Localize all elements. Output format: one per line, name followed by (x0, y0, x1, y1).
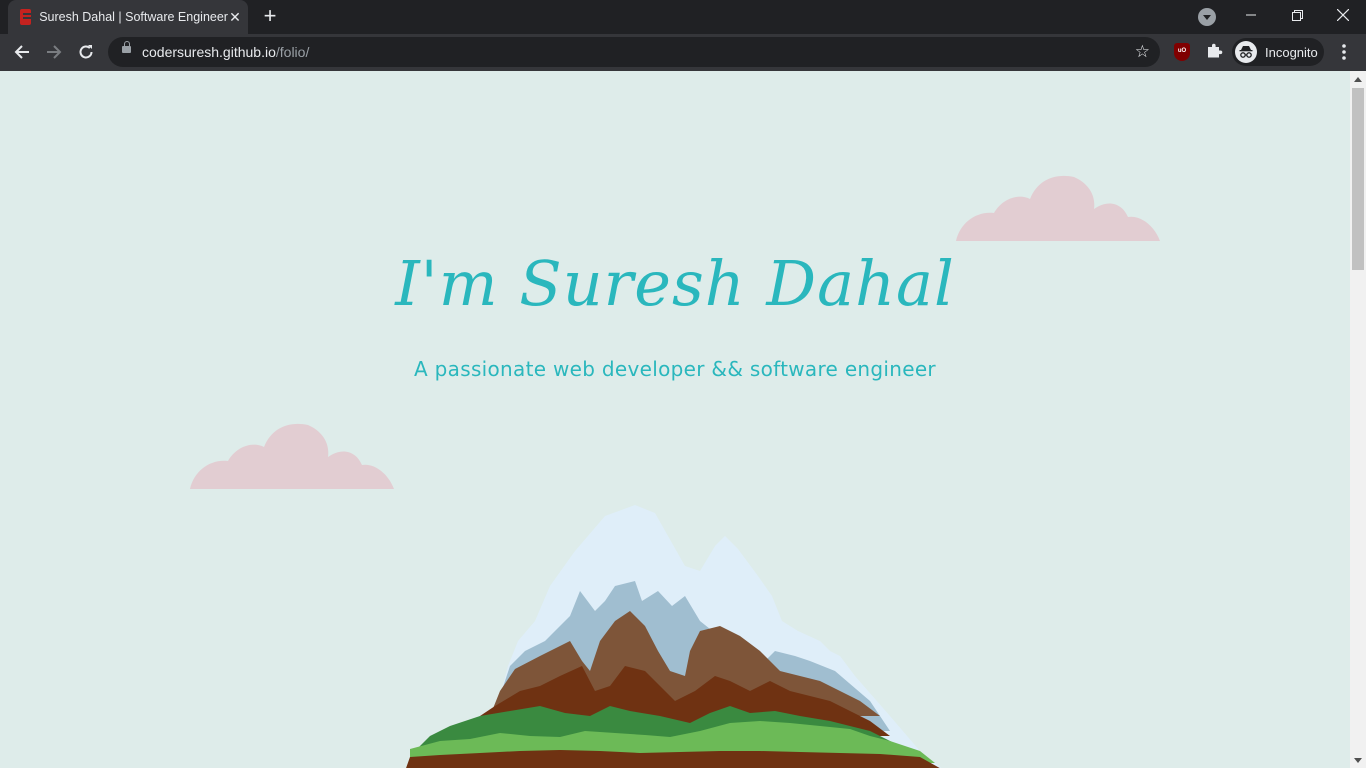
tab-close-icon[interactable]: ✕ (228, 9, 242, 26)
minimize-icon[interactable] (1228, 0, 1274, 30)
forward-icon[interactable] (40, 38, 68, 66)
lock-icon[interactable] (122, 41, 131, 53)
new-tab-icon[interactable]: + (258, 5, 282, 29)
scrollbar-thumb[interactable] (1352, 88, 1364, 270)
browser-toolbar: codersuresh.github.io/folio/ ☆ uO Incogn… (0, 34, 1366, 71)
back-icon[interactable] (8, 38, 36, 66)
tab-title: Suresh Dahal | Software Engineer (39, 10, 228, 24)
profile-label: Incognito (1265, 44, 1318, 60)
incognito-icon (1235, 41, 1257, 63)
close-icon[interactable] (1320, 0, 1366, 30)
cloud-icon (956, 175, 1160, 241)
tab-active[interactable]: Suresh Dahal | Software Engineer ✕ (8, 0, 248, 34)
star-icon[interactable]: ☆ (1135, 42, 1150, 62)
url-host: codersuresh.github.io (142, 44, 276, 60)
page-viewport: I'm Suresh Dahal A passionate web develo… (0, 71, 1350, 768)
url-path: /folio/ (275, 44, 310, 60)
url-text: codersuresh.github.io/folio/ (142, 44, 309, 60)
page-scrollbar[interactable] (1350, 71, 1366, 768)
tab-search-icon[interactable] (1198, 8, 1216, 26)
page-subtitle: A passionate web developer && software e… (414, 357, 936, 381)
maximize-icon[interactable] (1274, 0, 1320, 30)
ublock-icon[interactable]: uO (1174, 43, 1190, 61)
scroll-up-icon[interactable] (1354, 77, 1362, 82)
tab-strip: Suresh Dahal | Software Engineer ✕ + (0, 0, 1366, 34)
address-bar[interactable]: codersuresh.github.io/folio/ ☆ (108, 37, 1160, 67)
menu-icon[interactable] (1336, 42, 1352, 62)
page-title: I'm Suresh Dahal (395, 247, 955, 320)
profile-button[interactable]: Incognito (1232, 38, 1324, 66)
reload-icon[interactable] (72, 38, 100, 66)
mountain-illustration (406, 505, 942, 768)
extensions-icon[interactable] (1205, 42, 1223, 60)
cloud-icon (190, 423, 394, 489)
site-favicon-icon (20, 9, 34, 25)
scroll-down-icon[interactable] (1354, 758, 1362, 763)
